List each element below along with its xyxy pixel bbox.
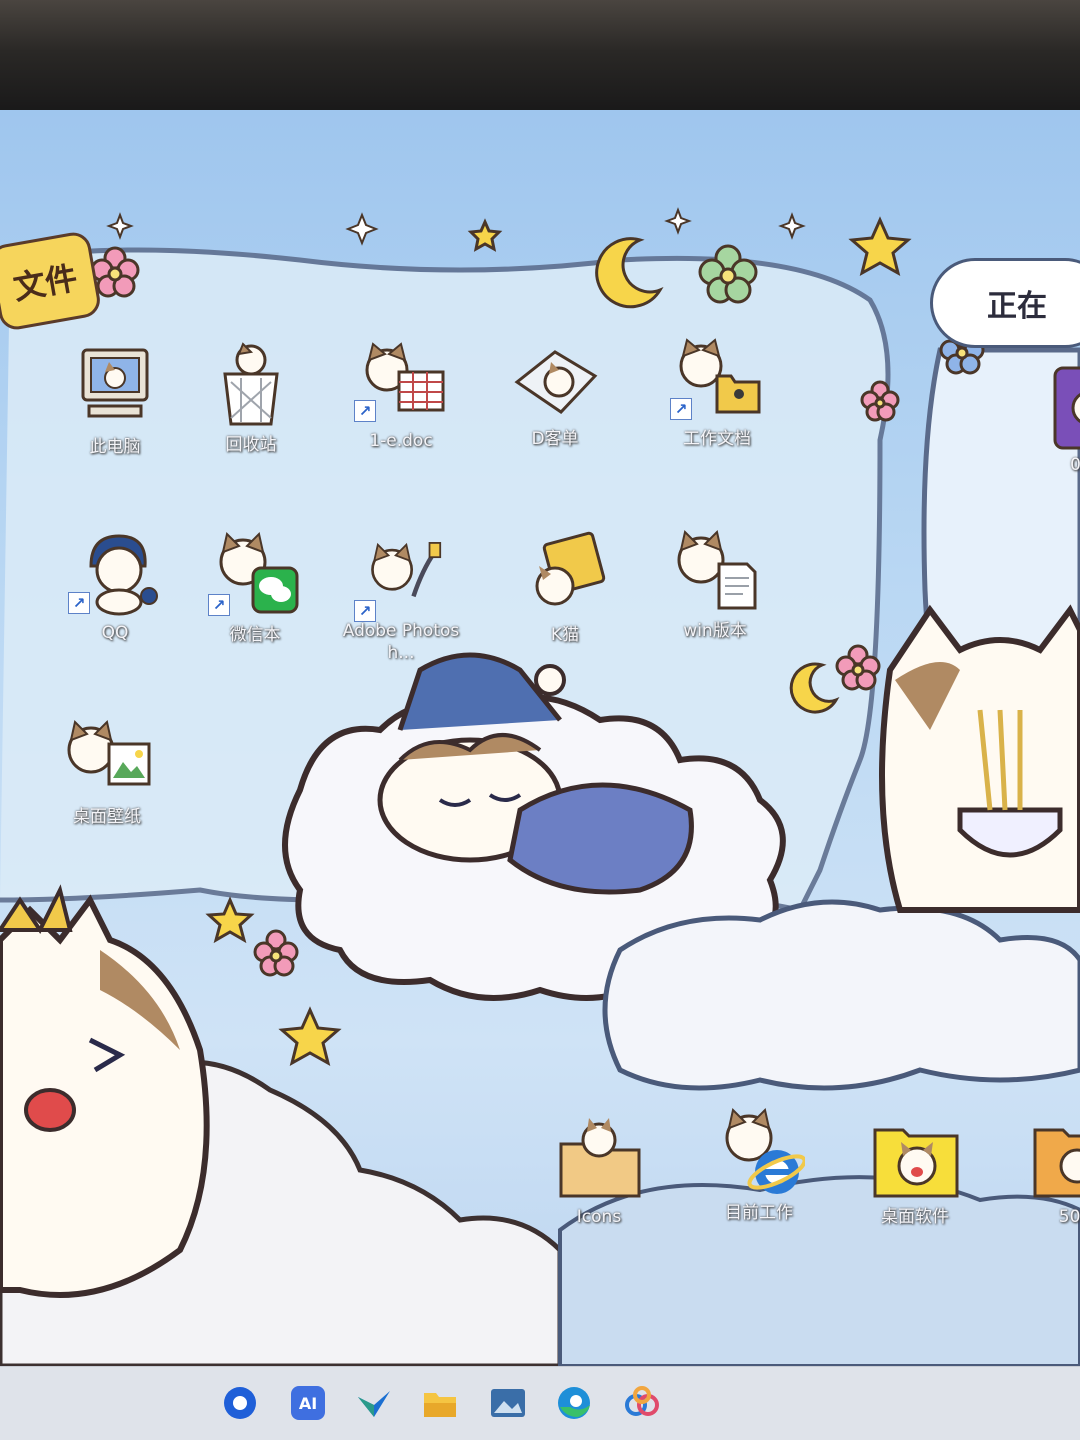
desktop-icon-label: 目前工作	[725, 1203, 793, 1223]
folder-icon	[1033, 1128, 1080, 1198]
desktop-icon-desktop-software[interactable]: 桌面软件	[850, 1110, 980, 1240]
desktop-icon-02-sa[interactable]: 02 SA	[1030, 358, 1080, 488]
document-icon	[677, 530, 757, 610]
desktop-icon-label: 回收站	[225, 435, 277, 455]
desktop-icon-label: QQ	[101, 623, 129, 643]
desktop-icon-label: Adobe Photosh...	[342, 621, 460, 663]
desktop-screen: 文件 正在 此电脑 回收站 ↗ 1-e.doc D客单 ↗ 工作文档 ↗ QQ …	[0, 110, 1080, 1440]
desktop-icon-label: 1-e.doc	[369, 431, 433, 451]
cat-in-box-icon	[514, 350, 598, 414]
bird-app-icon[interactable]	[352, 1381, 396, 1425]
section-title-files: 文件	[0, 229, 103, 333]
internet-explorer-icon	[725, 1108, 805, 1194]
desktop-icon-qq[interactable]: ↗ QQ	[50, 526, 180, 656]
folder-icon	[1053, 366, 1080, 450]
recycle-bin-icon	[223, 342, 279, 426]
desktop-icon-label: 桌面软件	[881, 1207, 949, 1227]
desktop-icon-recycle-bin[interactable]: 回收站	[186, 338, 316, 468]
desktop-icon-label: 02 SA	[1070, 455, 1080, 475]
photos-app-icon[interactable]	[486, 1381, 530, 1425]
desktop-icon-label: 此电脑	[89, 437, 141, 457]
shortcut-arrow-icon: ↗	[354, 400, 376, 422]
shortcut-arrow-icon: ↗	[208, 594, 230, 616]
shortcut-arrow-icon: ↗	[68, 592, 90, 614]
monitor-bezel	[0, 0, 1080, 128]
ai-app-icon[interactable]: AI	[286, 1381, 330, 1425]
desktop-icon-label: Icons	[576, 1207, 622, 1227]
desktop-icon-label: 工作文档	[683, 429, 751, 449]
taskbar: AI	[0, 1366, 1080, 1440]
cat-with-folder-icon	[535, 531, 606, 606]
desktop-icon-label: K猫	[550, 625, 580, 645]
folder-icon	[559, 1118, 641, 1198]
desktop-icon-label: 桌面壁纸	[73, 807, 141, 827]
shortcut-arrow-icon: ↗	[670, 398, 692, 420]
section-title-in-progress: 正在	[930, 258, 1080, 348]
desktop-icon-d-order[interactable]: D客单	[490, 332, 620, 462]
desktop-icon-k-cat[interactable]: K猫	[500, 528, 630, 658]
desktop-icon-this-pc[interactable]: 此电脑	[50, 340, 180, 470]
desktop-icon-icons-folder[interactable]: Icons	[534, 1110, 664, 1240]
desktop-icon-label: win版本	[683, 621, 747, 641]
file-explorer-icon[interactable]	[418, 1381, 462, 1425]
baidu-netdisk-icon[interactable]	[620, 1381, 664, 1425]
desktop-icon-label: 500	[1058, 1207, 1080, 1227]
desktop-icon-photoshop[interactable]: ↗ Adobe Photosh...	[336, 534, 466, 664]
desktop-icon-wallpaper[interactable]: 桌面壁纸	[42, 710, 172, 840]
ai-app-label: AI	[298, 1393, 318, 1413]
desktop-icon-1-e-doc[interactable]: ↗ 1-e.doc	[336, 334, 466, 464]
desktop-icon-wechat[interactable]: ↗ 微信本	[190, 528, 320, 658]
image-file-icon	[67, 720, 151, 786]
desktop-icon-500[interactable]: 500	[1010, 1110, 1080, 1240]
desktop-icon-win-version[interactable]: win版本	[650, 524, 780, 654]
folder-icon	[873, 1128, 959, 1198]
desktop-icon-label: 微信本	[229, 625, 281, 645]
computer-icon	[81, 348, 149, 418]
start-app-icon[interactable]	[218, 1381, 262, 1425]
desktop-icon-work-docs[interactable]: ↗ 工作文档	[652, 332, 782, 462]
shortcut-arrow-icon: ↗	[354, 600, 376, 622]
desktop-icon-current-work[interactable]: 目前工作	[694, 1106, 824, 1236]
desktop-icon-label: D客单	[531, 429, 579, 449]
edge-browser-icon[interactable]	[552, 1381, 596, 1425]
